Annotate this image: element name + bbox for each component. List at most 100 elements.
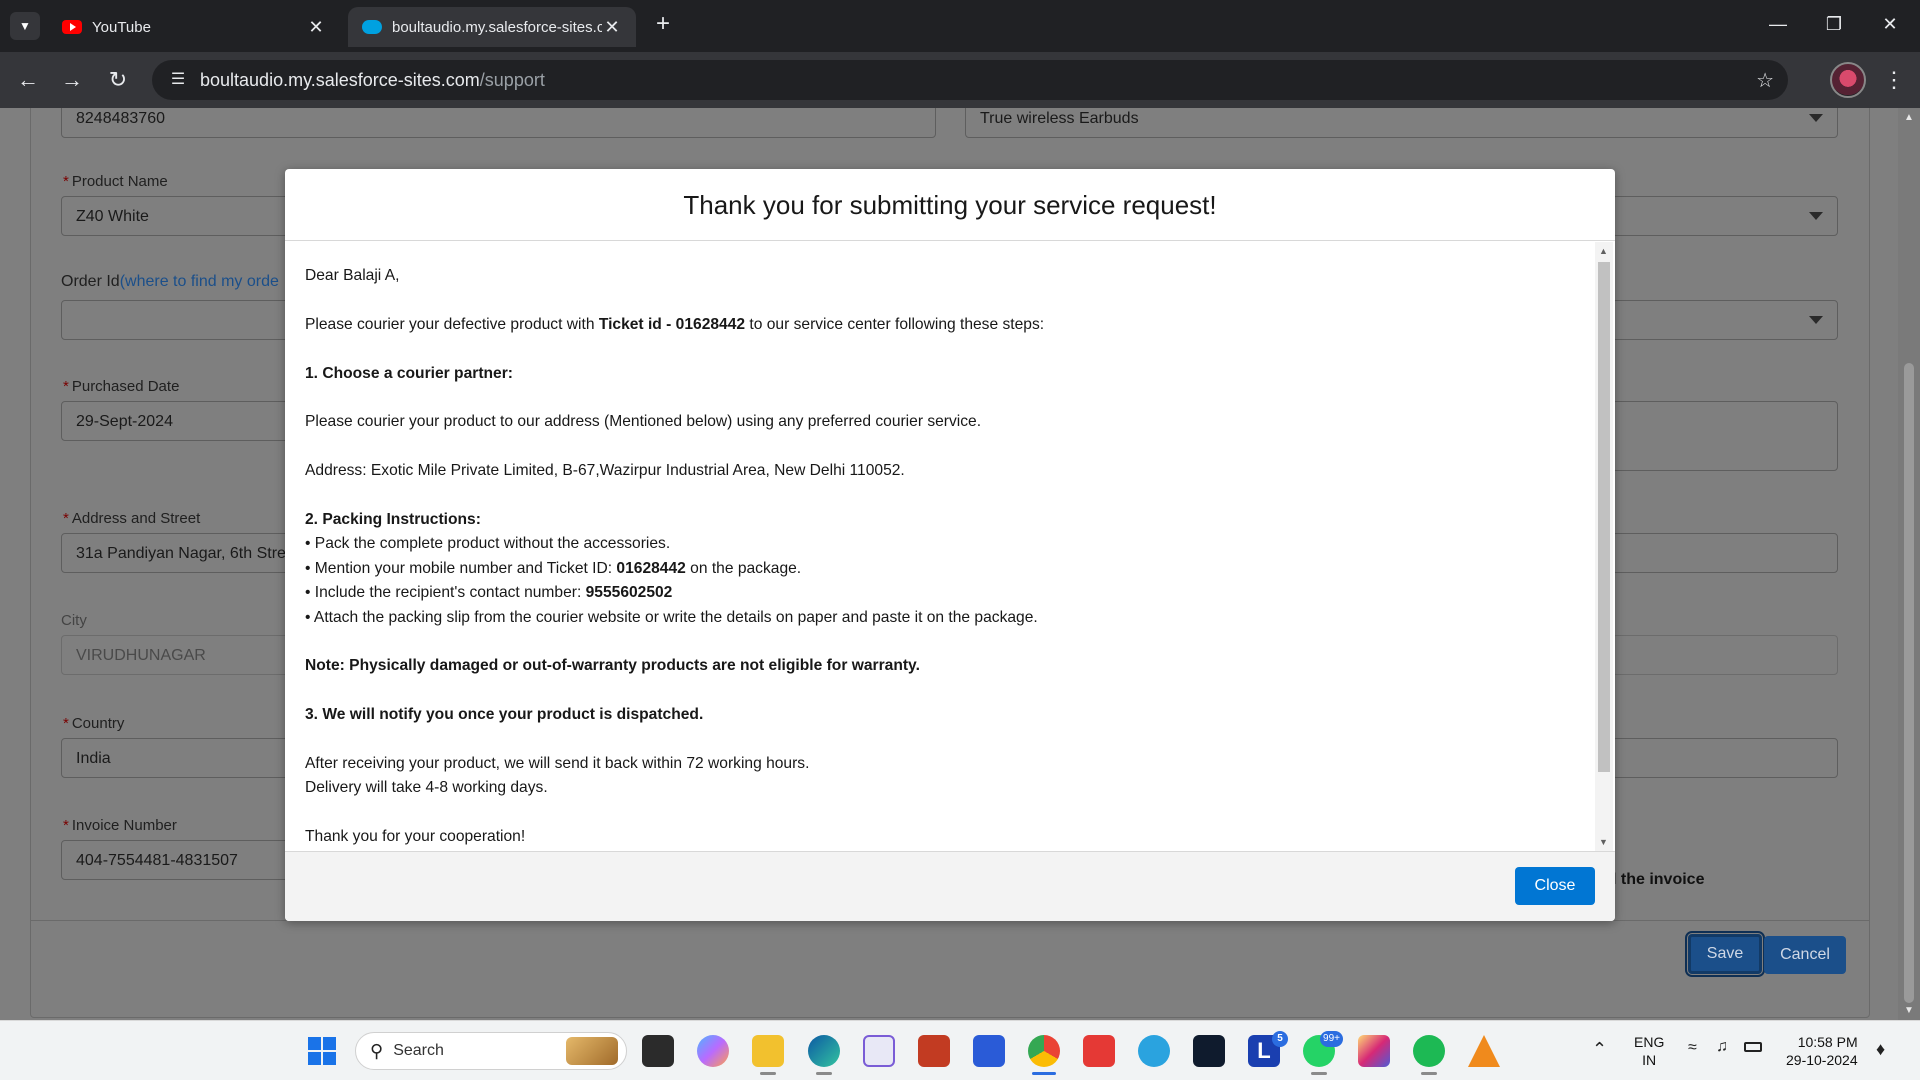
right-field-country[interactable] bbox=[1612, 738, 1838, 778]
notification-badge: 99+ bbox=[1320, 1031, 1343, 1047]
city-field: VIRUDHUNAGAR bbox=[61, 635, 291, 675]
address-text: Address: Exotic Mile Private Limited, B-… bbox=[305, 462, 905, 480]
right-field-city bbox=[1612, 635, 1838, 675]
tab-youtube[interactable]: YouTube ✕ bbox=[48, 7, 340, 47]
invoice-number-label: * Invoice Number bbox=[63, 817, 177, 834]
show-hidden-icons-icon[interactable]: ⌃ bbox=[1592, 1039, 1607, 1060]
wifi-icon[interactable]: ≈ bbox=[1688, 1039, 1697, 1057]
delivery-time-text: Delivery will take 4-8 working days. bbox=[305, 779, 548, 797]
vlc-icon[interactable] bbox=[1468, 1035, 1500, 1067]
task-view-icon[interactable] bbox=[642, 1035, 674, 1067]
modal-body[interactable]: Dear Balaji A, Please courier your defec… bbox=[285, 242, 1615, 851]
profile-avatar[interactable] bbox=[1830, 62, 1866, 98]
edge-icon[interactable] bbox=[808, 1035, 840, 1075]
close-window-icon[interactable]: ✕ bbox=[1862, 0, 1918, 48]
windows-taskbar: ⚲ Search L5 99+ ⌃ ENG IN ≈ ♫ 10:58 PM 29… bbox=[0, 1020, 1920, 1080]
taskbar-search[interactable]: ⚲ Search bbox=[355, 1032, 627, 1070]
service-request-modal: Thank you for submitting your service re… bbox=[285, 169, 1615, 921]
bookmark-star-icon[interactable]: ☆ bbox=[1756, 68, 1774, 93]
reload-icon[interactable]: ↻ bbox=[104, 66, 132, 94]
page-scrollbar[interactable]: ▲ ▼ bbox=[1898, 108, 1920, 1020]
save-button[interactable]: Save bbox=[1685, 931, 1765, 977]
modal-title: Thank you for submitting your service re… bbox=[683, 190, 1217, 220]
new-tab-button[interactable]: + bbox=[650, 12, 676, 38]
mobile-number-field[interactable]: 8248483760 bbox=[61, 108, 936, 138]
close-tab-icon[interactable]: ✕ bbox=[306, 17, 326, 38]
modal-scroll-thumb[interactable] bbox=[1598, 262, 1610, 772]
chrome-icon[interactable] bbox=[1028, 1035, 1060, 1075]
scroll-up-icon[interactable]: ▲ bbox=[1904, 112, 1914, 123]
volume-icon[interactable]: ♫ bbox=[1716, 1038, 1728, 1056]
where-to-find-order-link[interactable]: (where to find my orde bbox=[120, 273, 279, 290]
close-button[interactable]: Close bbox=[1515, 867, 1595, 905]
url-host: boultaudio.my.salesforce-sites.com bbox=[200, 69, 480, 90]
packing-item: • Include the recipient's contact number… bbox=[305, 584, 673, 602]
modal-footer: Close bbox=[285, 851, 1615, 921]
scroll-up-icon[interactable]: ▲ bbox=[1599, 246, 1608, 256]
right-textarea[interactable] bbox=[1612, 401, 1838, 471]
product-name-field[interactable]: Z40 White bbox=[61, 196, 291, 236]
game-app-icon[interactable] bbox=[918, 1035, 950, 1067]
right-field-address[interactable] bbox=[1612, 533, 1838, 573]
modal-header: Thank you for submitting your service re… bbox=[285, 169, 1615, 241]
packing-item: • Pack the complete product without the … bbox=[305, 535, 671, 553]
search-highlight-image bbox=[566, 1037, 618, 1065]
order-id-field[interactable] bbox=[61, 300, 291, 340]
spotify-icon[interactable] bbox=[1413, 1035, 1445, 1075]
purchased-date-field[interactable]: 29-Sept-2024 bbox=[61, 401, 291, 441]
cancel-button[interactable]: Cancel bbox=[1764, 936, 1846, 974]
restore-icon[interactable]: ❐ bbox=[1806, 0, 1862, 48]
browser-menu-icon[interactable]: ⋮ bbox=[1882, 66, 1906, 94]
greeting-text: Dear Balaji A, bbox=[305, 267, 400, 284]
invoice-number-field[interactable]: 404-7554481-4831507 bbox=[61, 840, 291, 880]
product-category-select[interactable]: True wireless Earbuds bbox=[965, 108, 1838, 138]
youtube-icon bbox=[62, 20, 82, 34]
close-tab-icon[interactable]: ✕ bbox=[602, 17, 622, 38]
search-icon: ⚲ bbox=[370, 1040, 384, 1061]
invoice-upload-label: l the invoice bbox=[1612, 871, 1705, 888]
step1-heading: 1. Choose a courier partner: bbox=[305, 364, 513, 382]
tab-title: YouTube bbox=[92, 18, 151, 36]
language-indicator[interactable]: ENG IN bbox=[1634, 1033, 1664, 1069]
ticket-id-text: Ticket id - 01628442 bbox=[598, 315, 746, 333]
modal-scrollbar[interactable]: ▲ ▼ bbox=[1595, 242, 1613, 851]
minimize-icon[interactable]: — bbox=[1750, 0, 1806, 48]
telegram-icon[interactable] bbox=[1138, 1035, 1170, 1067]
right-select-2[interactable] bbox=[1612, 300, 1838, 340]
step3-heading: 3. We will notify you once your product … bbox=[305, 706, 704, 724]
anydesk-icon[interactable] bbox=[1083, 1035, 1115, 1067]
packing-item: • Mention your mobile number and Ticket … bbox=[305, 559, 802, 577]
system-clock[interactable]: 10:58 PM 29-10-2024 bbox=[1786, 1033, 1858, 1069]
page-scroll-thumb[interactable] bbox=[1904, 363, 1914, 1003]
intro-text: Please courier your defective product wi… bbox=[305, 315, 1045, 333]
select-value: True wireless Earbuds bbox=[980, 110, 1139, 127]
step1-text: Please courier your product to our addre… bbox=[305, 413, 982, 431]
url-path: /support bbox=[479, 69, 545, 90]
windows-start-icon[interactable] bbox=[308, 1037, 336, 1065]
tab-salesforce-support[interactable]: boultaudio.my.salesforce-sites.c ✕ bbox=[348, 7, 636, 47]
forward-icon[interactable]: → bbox=[58, 66, 86, 94]
l-app-icon[interactable]: L5 bbox=[1248, 1031, 1288, 1067]
instagram-icon[interactable] bbox=[1358, 1035, 1390, 1067]
scroll-down-icon[interactable]: ▼ bbox=[1599, 837, 1608, 847]
url-text: boultaudio.my.salesforce-sites.com/suppo… bbox=[200, 70, 545, 91]
snipping-tool-icon[interactable] bbox=[863, 1035, 895, 1067]
chevron-down-icon bbox=[1809, 114, 1823, 122]
scroll-down-icon[interactable]: ▼ bbox=[1904, 1005, 1914, 1016]
site-info-icon[interactable]: ☰ bbox=[166, 68, 190, 92]
right-select-1[interactable] bbox=[1612, 196, 1838, 236]
back-icon[interactable]: ← bbox=[14, 66, 42, 94]
country-field[interactable]: India bbox=[61, 738, 291, 778]
prime-video-icon[interactable] bbox=[1193, 1035, 1225, 1067]
notification-bell-icon[interactable]: ♦ bbox=[1876, 1039, 1885, 1060]
address-bar[interactable]: ☰ boultaudio.my.salesforce-sites.com/sup… bbox=[152, 60, 1788, 100]
file-explorer-icon[interactable] bbox=[752, 1035, 784, 1075]
copilot-icon[interactable] bbox=[697, 1035, 729, 1067]
whatsapp-icon[interactable]: 99+ bbox=[1303, 1031, 1343, 1075]
microsoft-store-icon[interactable] bbox=[973, 1035, 1005, 1067]
tab-search-button[interactable]: ▼ bbox=[10, 12, 40, 40]
warranty-note: Note: Physically damaged or out-of-warra… bbox=[305, 657, 920, 675]
search-placeholder: Search bbox=[393, 1042, 444, 1059]
battery-icon[interactable] bbox=[1744, 1042, 1762, 1052]
address-field[interactable]: 31a Pandiyan Nagar, 6th Stre bbox=[61, 533, 291, 573]
